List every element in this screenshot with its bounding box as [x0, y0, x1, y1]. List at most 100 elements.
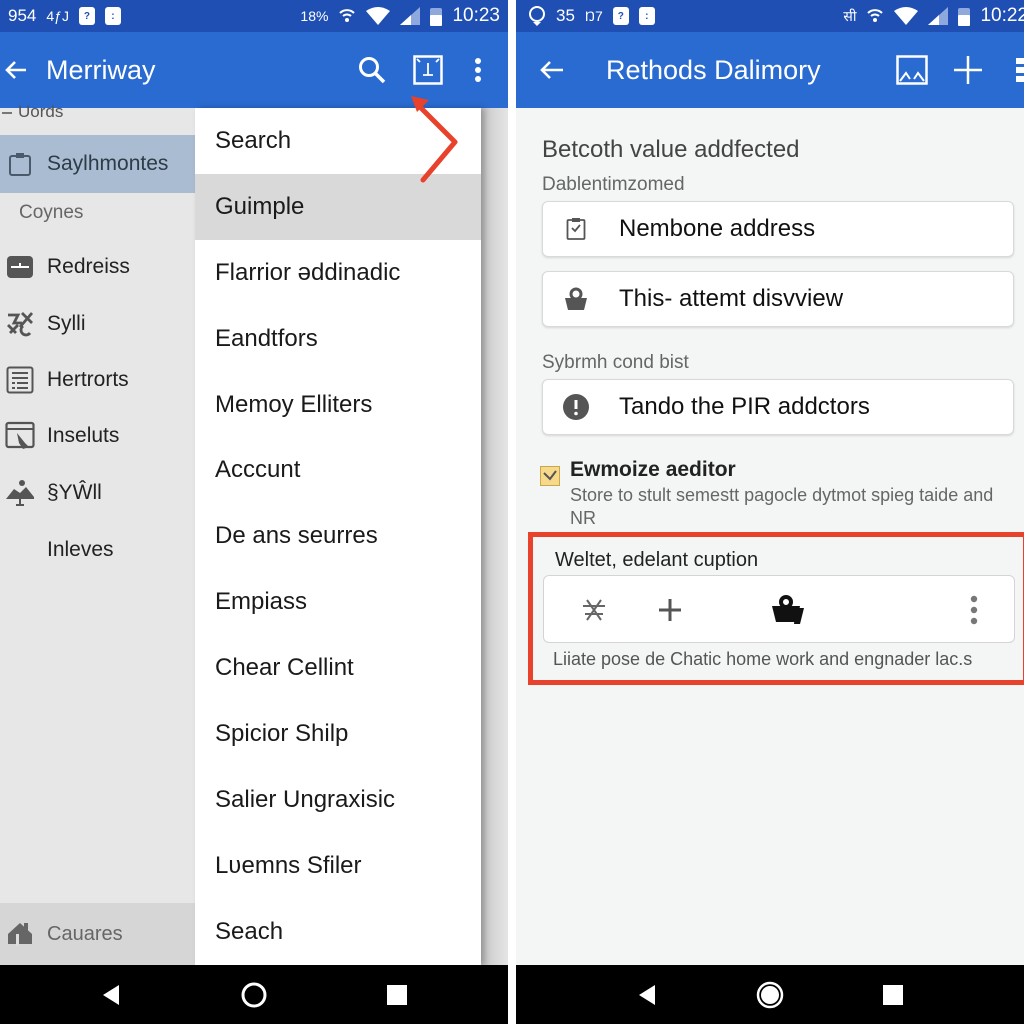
option-description: Store to stult semestt pagocle dytmot sp…	[570, 485, 994, 528]
sd-card-icon: :	[638, 7, 655, 25]
status-text: 954	[8, 6, 37, 25]
screen-divider	[508, 0, 516, 1024]
field-label: Dablentimzomed	[542, 174, 685, 195]
menu-shadow	[481, 108, 508, 965]
tools-button[interactable]	[574, 590, 614, 630]
nav-recents-button[interactable]	[377, 975, 417, 1015]
list-doc-icon	[0, 366, 40, 394]
search-button[interactable]	[344, 42, 400, 98]
home-circle-icon	[756, 981, 784, 1008]
status-bar: 35 Ŋ7 ? : सी 10:22	[516, 0, 1024, 32]
nav-back-button[interactable]	[627, 975, 667, 1015]
menu-item[interactable]: Acccunt	[195, 437, 481, 503]
nav-recents-button[interactable]	[873, 975, 913, 1015]
nav-back-button[interactable]	[91, 975, 131, 1015]
more-vert-icon	[1016, 58, 1024, 82]
toggle-box-icon	[0, 255, 40, 279]
drawer-item-hertrorts[interactable]: Hertrorts	[0, 352, 195, 408]
tools-icon	[0, 310, 40, 338]
landscape-icon	[0, 479, 40, 507]
menu-item[interactable]: Spicior Shilp	[195, 701, 481, 767]
location-icon	[529, 6, 545, 26]
nav-home-button[interactable]	[234, 975, 274, 1015]
clock: 10:23	[452, 5, 500, 26]
image-frame-button[interactable]	[884, 42, 940, 98]
more-options-button[interactable]	[954, 590, 994, 630]
field-value: Nembone address	[619, 215, 816, 242]
drawer-item-label: Cauares	[47, 922, 123, 945]
browser-hand-icon	[0, 421, 40, 451]
checkmark-icon	[543, 470, 557, 481]
pir-field[interactable]: Tando the PIR addctors	[542, 379, 1014, 435]
more-vert-icon	[475, 58, 481, 82]
editor-checkbox[interactable]	[540, 466, 560, 486]
signal-icon	[400, 7, 421, 25]
menu-item[interactable]: Salier Ungraxisic	[195, 767, 481, 833]
add-icon	[659, 599, 681, 621]
overflow-menu: Search Guimple Flarrior əddinadic Eandtf…	[195, 108, 481, 965]
recents-square-icon	[882, 984, 903, 1005]
field-label: Sybrmh cond bist	[542, 352, 689, 373]
crop-frame-icon	[413, 55, 443, 85]
drawer-item-sywll[interactable]: §YŴll	[0, 465, 195, 521]
recents-square-icon	[386, 984, 407, 1005]
attempt-field[interactable]: This- attemt disvview	[542, 271, 1014, 327]
alert-circle-icon	[543, 393, 609, 421]
home-circle-icon	[241, 982, 267, 1007]
arrow-left-icon	[540, 61, 563, 79]
hotspot-icon	[339, 9, 356, 22]
menu-item[interactable]: Seach	[195, 899, 481, 965]
annotation-arrow	[411, 96, 458, 183]
menu-item[interactable]: Flarrior əddinadic	[195, 240, 481, 306]
status-text: 35	[556, 6, 575, 25]
left-phone-screen: 954 4ƒJ ? : 18% 10:23 Merriway Uords Say…	[0, 0, 508, 1024]
bag-button[interactable]	[768, 590, 808, 630]
status-bar: 954 4ƒJ ? : 18% 10:23	[0, 0, 508, 32]
nav-home-button[interactable]	[750, 975, 790, 1015]
drawer-item-sylli[interactable]: Sylli	[0, 296, 195, 352]
menu-item[interactable]: Empiass	[195, 569, 481, 635]
drawer-item-inleves[interactable]: Inleves	[0, 522, 195, 578]
field-value: Tando the PIR addctors	[619, 393, 870, 420]
app-title: Merriway	[46, 54, 156, 85]
signal-icon	[928, 7, 949, 25]
highlight-description: Liiate pose de Chatic home work and engn…	[553, 649, 973, 669]
back-button[interactable]	[530, 48, 574, 92]
menu-item[interactable]: Eandtfors	[195, 306, 481, 372]
menu-item[interactable]: De ans seurres	[195, 503, 481, 569]
drawer-item-redreiss[interactable]: Redreiss	[0, 239, 195, 295]
more-options-button[interactable]	[996, 42, 1024, 98]
add-button[interactable]	[940, 42, 996, 98]
clipboard-icon	[0, 151, 40, 177]
address-field[interactable]: Nembone address	[542, 201, 1014, 257]
clock: 10:22	[980, 5, 1024, 26]
editor-option: Ewmoize aeditor Store to stult semestt p…	[540, 458, 1010, 530]
clipboard-check-icon	[543, 217, 609, 241]
add-button[interactable]	[650, 590, 690, 630]
more-options-button[interactable]	[456, 42, 500, 98]
notification-icon: ?	[78, 7, 95, 25]
section-title: Betcoth value addfected	[542, 136, 800, 163]
menu-item[interactable]: Lʋemns Sfiler	[195, 833, 481, 899]
drawer-item-label: Sylli	[47, 312, 86, 335]
menu-item[interactable]: Chear Cellint	[195, 635, 481, 701]
crop-frame-button[interactable]	[400, 42, 456, 98]
drawer-header: Uords	[0, 102, 195, 122]
app-title: Rethods Dalimory	[606, 54, 821, 85]
back-button[interactable]	[0, 48, 32, 92]
status-text: सी	[843, 7, 857, 24]
menu-item[interactable]: Memoy Elliters	[195, 372, 481, 438]
basket-icon	[543, 287, 609, 311]
tools-icon	[583, 599, 605, 621]
hotspot-icon	[867, 9, 884, 22]
battery-icon	[430, 8, 443, 26]
wifi-icon	[894, 7, 919, 25]
status-text: 4ƒJ	[46, 8, 69, 24]
image-frame-icon	[896, 55, 928, 85]
drawer-item-inseluts[interactable]: Inseluts	[0, 408, 195, 464]
arrow-left-icon	[5, 61, 26, 79]
app-bar: Rethods Dalimory	[516, 32, 1024, 108]
wifi-icon	[366, 7, 391, 25]
bag-icon	[772, 595, 804, 624]
back-triangle-icon	[639, 984, 656, 1005]
